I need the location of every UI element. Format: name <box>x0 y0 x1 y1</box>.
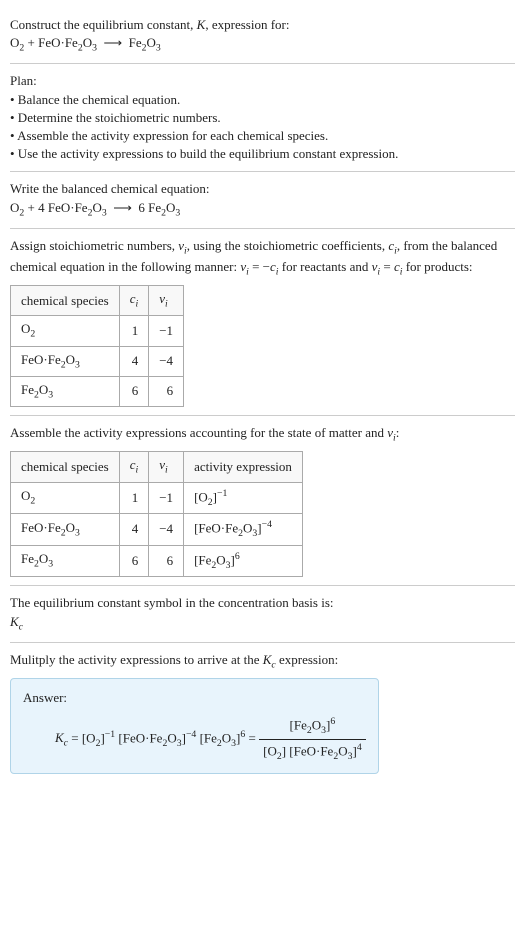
multiply-label: Mulitply the activity expressions to arr… <box>10 651 515 672</box>
cell-vi: −1 <box>149 482 184 514</box>
th-species: chemical species <box>11 286 120 316</box>
plan-section: Plan: • Balance the chemical equation. •… <box>10 64 515 172</box>
cell-vi: 6 <box>149 545 184 577</box>
cell-activity: [O2]−1 <box>184 482 303 514</box>
cell-ci: 6 <box>119 376 149 406</box>
table-row: FeO·Fe2O3 4 −4 <box>11 346 184 376</box>
cell-species: FeO·Fe2O3 <box>11 346 120 376</box>
activity-section: Assemble the activity expressions accoun… <box>10 416 515 586</box>
cell-ci: 1 <box>119 316 149 346</box>
stoich-label: Assign stoichiometric numbers, νi, using… <box>10 237 515 279</box>
cell-vi: 6 <box>149 376 184 406</box>
cell-activity: [FeO·Fe2O3]−4 <box>184 514 303 546</box>
th-ci: ci <box>119 286 149 316</box>
stoich-section: Assign stoichiometric numbers, νi, using… <box>10 229 515 416</box>
plan-item: • Assemble the activity expression for e… <box>10 127 515 145</box>
cell-vi: −4 <box>149 346 184 376</box>
table-row: O2 1 −1 [O2]−1 <box>11 482 303 514</box>
cell-ci: 1 <box>119 482 149 514</box>
stoich-table: chemical species ci νi O2 1 −1 FeO·Fe2O3… <box>10 285 184 407</box>
cell-vi: −1 <box>149 316 184 346</box>
basis-label: The equilibrium constant symbol in the c… <box>10 594 515 612</box>
th-vi: νi <box>149 452 184 482</box>
cell-species: O2 <box>11 316 120 346</box>
cell-ci: 4 <box>119 514 149 546</box>
cell-species: Fe2O3 <box>11 545 120 577</box>
activity-label: Assemble the activity expressions accoun… <box>10 424 515 445</box>
table-row: Fe2O3 6 6 [Fe2O3]6 <box>11 545 303 577</box>
final-section: Mulitply the activity expressions to arr… <box>10 643 515 783</box>
cell-species: Fe2O3 <box>11 376 120 406</box>
th-species: chemical species <box>11 452 120 482</box>
th-activity: activity expression <box>184 452 303 482</box>
answer-expression: Kc = [O2]−1 [FeO·Fe2O3]−4 [Fe2O3]6 = [Fe… <box>23 715 366 763</box>
table-header-row: chemical species ci νi <box>11 286 184 316</box>
prompt-title-text: Construct the equilibrium constant, K, e… <box>10 17 289 32</box>
plan-label: Plan: <box>10 72 515 90</box>
balanced-section: Write the balanced chemical equation: O2… <box>10 172 515 228</box>
plan-item: • Use the activity expressions to build … <box>10 145 515 163</box>
answer-lhs: Kc = [O2]−1 [FeO·Fe2O3]−4 [Fe2O3]6 = <box>55 728 259 751</box>
table-row: Fe2O3 6 6 <box>11 376 184 406</box>
basis-symbol: Kc <box>10 613 515 634</box>
cell-species: FeO·Fe2O3 <box>11 514 120 546</box>
plan-item: • Determine the stoichiometric numbers. <box>10 109 515 127</box>
cell-ci: 6 <box>119 545 149 577</box>
table-header-row: chemical species ci νi activity expressi… <box>11 452 303 482</box>
cell-species: O2 <box>11 482 120 514</box>
table-row: FeO·Fe2O3 4 −4 [FeO·Fe2O3]−4 <box>11 514 303 546</box>
plan-item: • Balance the chemical equation. <box>10 91 515 109</box>
cell-vi: −4 <box>149 514 184 546</box>
th-vi: νi <box>149 286 184 316</box>
balanced-label: Write the balanced chemical equation: <box>10 180 515 198</box>
th-ci: ci <box>119 452 149 482</box>
prompt-title: Construct the equilibrium constant, K, e… <box>10 16 515 34</box>
answer-fraction: [Fe2O3]6 [O2] [FeO·Fe2O3]4 <box>259 715 366 763</box>
unbalanced-equation: O2 + FeO·Fe2O3 ⟶ Fe2O3 <box>10 34 515 55</box>
fraction-numerator: [Fe2O3]6 <box>259 715 366 740</box>
answer-label: Answer: <box>23 689 366 707</box>
prompt-section: Construct the equilibrium constant, K, e… <box>10 8 515 64</box>
activity-table: chemical species ci νi activity expressi… <box>10 451 303 577</box>
balanced-equation: O2 + 4 FeO·Fe2O3 ⟶ 6 Fe2O3 <box>10 199 515 220</box>
cell-activity: [Fe2O3]6 <box>184 545 303 577</box>
basis-section: The equilibrium constant symbol in the c… <box>10 586 515 642</box>
answer-box: Answer: Kc = [O2]−1 [FeO·Fe2O3]−4 [Fe2O3… <box>10 678 379 774</box>
cell-ci: 4 <box>119 346 149 376</box>
fraction-denominator: [O2] [FeO·Fe2O3]4 <box>259 740 366 764</box>
table-row: O2 1 −1 <box>11 316 184 346</box>
